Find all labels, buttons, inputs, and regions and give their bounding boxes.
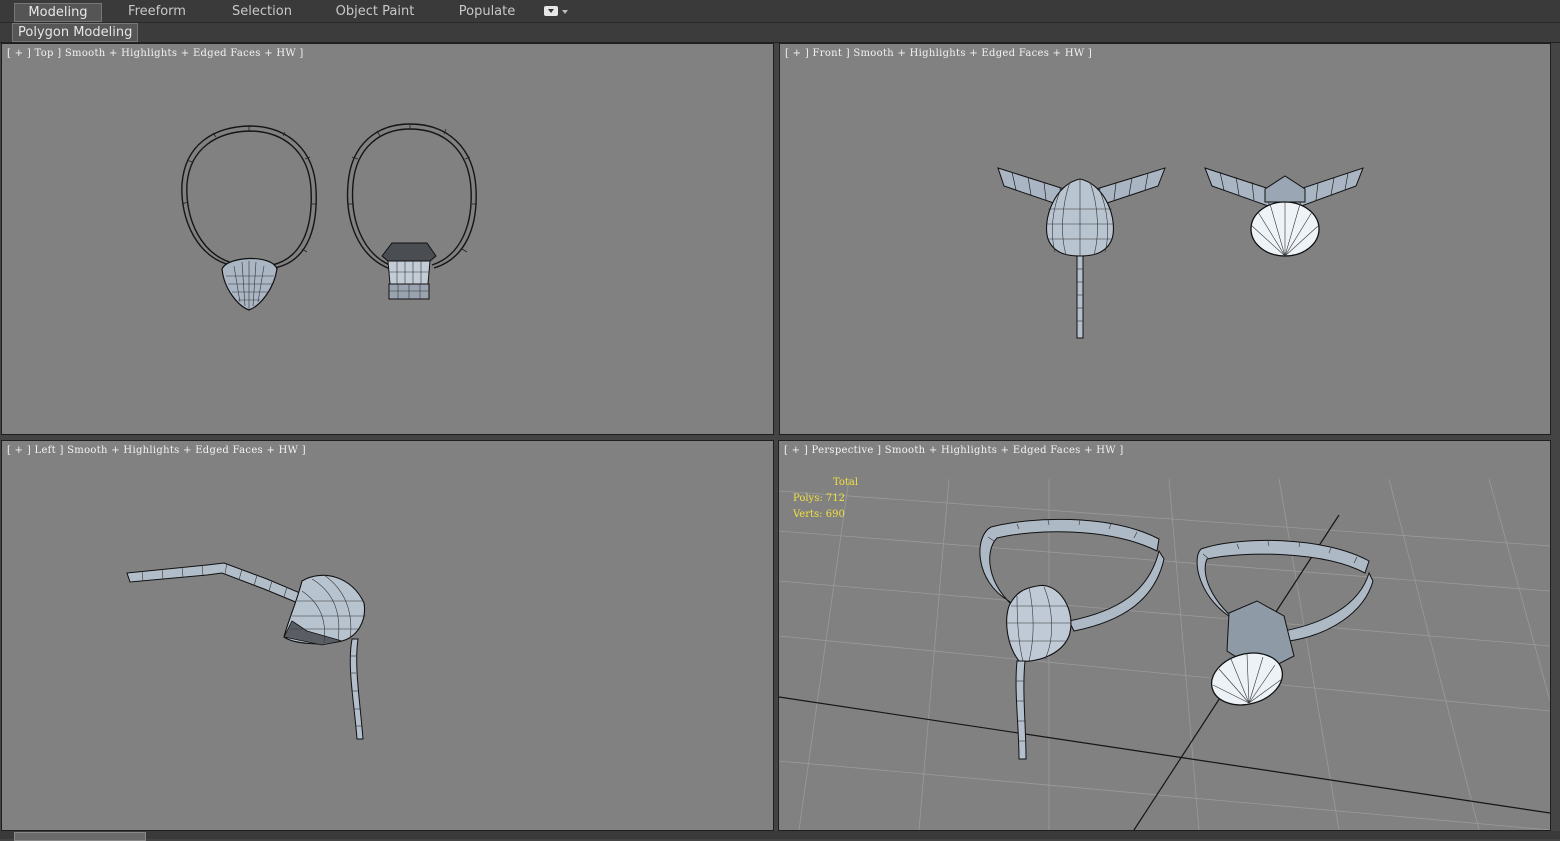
dropdown-icon[interactable] xyxy=(544,6,558,16)
stats-verts-label: Verts: xyxy=(793,509,823,520)
tab-freeform[interactable]: Freeform xyxy=(118,3,196,20)
polygon-modeling-tab[interactable]: Polygon Modeling xyxy=(12,23,139,42)
top-view-mesh xyxy=(181,123,477,311)
stats-verts-value: 690 xyxy=(825,509,845,520)
ribbon-tab-bar: Modeling Freeform Selection Object Paint… xyxy=(0,0,1560,23)
viewport-label-front[interactable]: [ + ] Front ] Smooth + Highlights + Edge… xyxy=(785,48,1092,59)
stats-total-label: Total xyxy=(833,477,859,488)
left-view-mesh xyxy=(126,562,366,740)
tab-modeling[interactable]: Modeling xyxy=(14,3,102,22)
viewport-front[interactable]: [ + ] Front ] Smooth + Highlights + Edge… xyxy=(779,43,1551,435)
stats-verts: Verts: 690 xyxy=(793,507,858,523)
viewport-label-left[interactable]: [ + ] Left ] Smooth + Highlights + Edged… xyxy=(7,445,306,456)
stats-polys-label: Polys: xyxy=(793,493,823,504)
perspective-view-mesh xyxy=(779,478,1550,830)
viewport-label-top[interactable]: [ + ] Top ] Smooth + Highlights + Edged … xyxy=(7,48,304,59)
tab-populate[interactable]: Populate xyxy=(452,3,522,20)
viewport-left[interactable]: [ + ] Left ] Smooth + Highlights + Edged… xyxy=(1,440,774,831)
chevron-down-icon[interactable] xyxy=(562,10,568,14)
stats-polys-value: 712 xyxy=(825,493,845,504)
front-view-mesh xyxy=(997,167,1364,339)
time-slider-bar xyxy=(0,831,1560,839)
viewport-scrollbar[interactable] xyxy=(1554,46,1560,446)
viewport-label-perspective[interactable]: [ + ] Perspective ] Smooth + Highlights … xyxy=(784,445,1124,456)
stats-polys: Polys: 712 xyxy=(793,491,858,507)
viewport-top[interactable]: [ + ] Top ] Smooth + Highlights + Edged … xyxy=(1,43,774,435)
tab-object-paint[interactable]: Object Paint xyxy=(330,3,420,20)
tab-selection[interactable]: Selection xyxy=(222,3,302,20)
viewport-perspective[interactable]: [ + ] Perspective ] Smooth + Highlights … xyxy=(778,440,1551,831)
scene-statistics: Total Polys: 712 Verts: 690 xyxy=(793,475,858,523)
ribbon-panel-bar xyxy=(0,23,1560,43)
time-slider[interactable] xyxy=(14,832,146,841)
